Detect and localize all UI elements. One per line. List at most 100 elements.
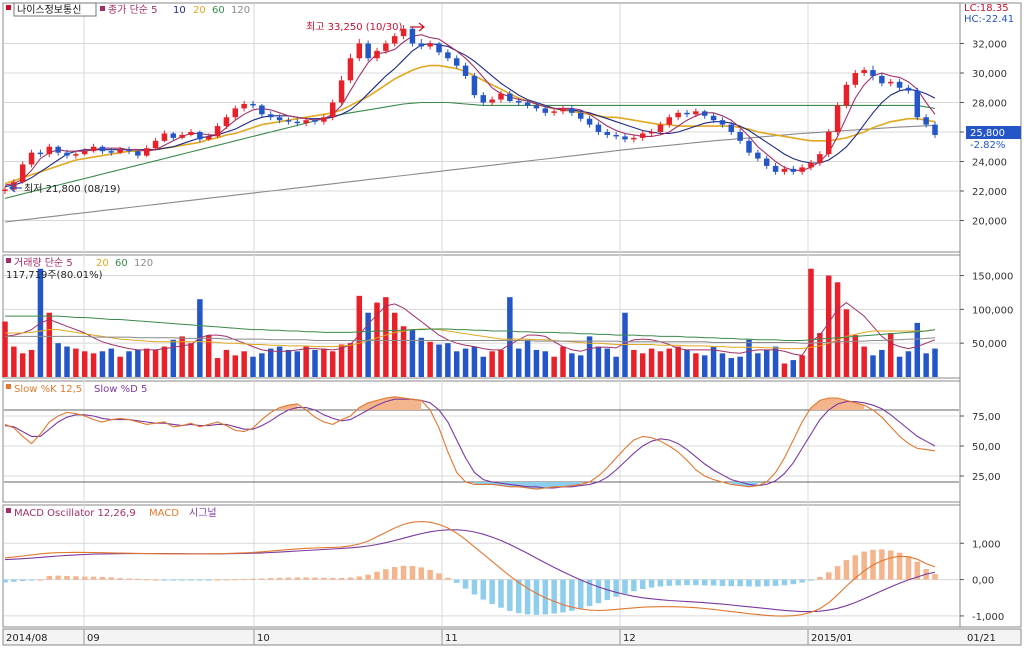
volume-bar <box>861 346 867 377</box>
hc-label: HC:-22.41 <box>964 14 1014 25</box>
volume-bar <box>445 343 451 377</box>
macd-oscillator-bar <box>143 579 150 581</box>
macd-oscillator-bar <box>666 579 673 586</box>
volume-bar <box>462 348 469 377</box>
candle-body <box>896 81 903 88</box>
ma120-line <box>4 124 936 223</box>
candle-body <box>852 73 859 85</box>
candle-body <box>117 149 123 153</box>
macd-panel-frame <box>2 504 961 628</box>
volume-bar <box>64 346 70 377</box>
candle-body <box>622 136 628 140</box>
volume-bar <box>489 351 495 377</box>
candle-body <box>135 151 141 156</box>
macd-layer <box>2 520 938 617</box>
macd-oscillator-bar <box>932 574 938 580</box>
volume-bar <box>542 351 549 377</box>
macd-oscillator-bar <box>737 579 743 587</box>
macd-oscillator-bar <box>799 579 805 583</box>
candle-body <box>250 103 256 106</box>
macd-oscillator-bar <box>400 565 407 580</box>
candle-body <box>515 101 522 103</box>
volume-bar <box>161 346 168 377</box>
volume-bar <box>338 344 345 377</box>
x-tick-label: 2015/01 <box>811 633 853 644</box>
volume-bar <box>870 355 876 377</box>
macd-line <box>4 520 936 617</box>
macd-oscillator-bar <box>648 579 655 588</box>
macd-oscillator-bar <box>480 579 487 600</box>
macd-oscillator-bar <box>90 576 97 580</box>
volume-bar <box>55 343 61 377</box>
candle-body <box>551 111 557 113</box>
legend-vol60: 60 <box>115 258 128 269</box>
candle-body <box>861 70 867 73</box>
macd-oscillator-bar <box>37 579 44 581</box>
y-tick-label: 1,000 <box>972 539 1001 550</box>
y-tick-label: 20,000 <box>972 217 1007 228</box>
price-legend: 나이스정보통신 종가 단순 5 10 20 60 120 <box>6 2 250 17</box>
current-change: -2.82% <box>970 140 1005 151</box>
volume-bar <box>267 348 274 377</box>
stock-name: 나이스정보통신 <box>17 4 81 16</box>
candle-body <box>427 43 433 47</box>
volume-bar <box>560 346 566 377</box>
candle-body <box>498 93 504 100</box>
legend-ma10: 10 <box>173 5 186 16</box>
volume-bar <box>303 346 309 377</box>
volume-bar <box>799 355 805 377</box>
candle-body <box>321 117 327 122</box>
stock-chart-window: 32,00030,00028,00026,00024,00022,00020,0… <box>0 0 1024 647</box>
low-annotation: 최저 21,800 (08/19) <box>24 183 120 195</box>
macd-oscillator-bar <box>560 579 566 613</box>
candle-body <box>73 154 79 156</box>
candle-body <box>179 134 185 138</box>
volume-bar <box>577 355 584 377</box>
x-axis-frame <box>2 628 1022 646</box>
current-price: 25,800 <box>970 128 1005 139</box>
macd-oscillator-bar <box>613 579 619 597</box>
volume-bar <box>188 343 194 377</box>
stoch-layer <box>4 396 959 490</box>
macd-oscillator-bar <box>365 574 371 580</box>
candle-body <box>294 121 301 124</box>
macd-signal-line <box>4 529 936 613</box>
y-tick-label: 32,000 <box>972 40 1007 51</box>
volume-bar <box>719 353 726 377</box>
legend-signal: 시그널 <box>189 507 217 519</box>
legend-ma20: 20 <box>193 5 206 16</box>
candle-body <box>285 120 292 122</box>
volume-bar <box>250 356 256 377</box>
candle-body <box>81 151 88 155</box>
candle-body <box>817 154 823 163</box>
y-tick-label: 28,000 <box>972 99 1007 110</box>
macd-oscillator-bar <box>746 579 752 587</box>
legend-vol5: 거래량 단순 5 <box>14 257 73 269</box>
candle-body <box>232 108 239 118</box>
macd-oscillator-bar <box>817 577 823 580</box>
macd-oscillator-bar <box>267 578 274 580</box>
macd-oscillator-bar <box>427 569 433 580</box>
candle-body <box>746 140 752 153</box>
vol-ma5-line <box>4 301 936 356</box>
macd-oscillator-bar <box>595 579 602 604</box>
candle-body <box>693 111 699 115</box>
volume-bar <box>763 349 770 377</box>
candle-body <box>188 132 194 135</box>
volume-bar <box>427 341 433 377</box>
candle-body <box>604 132 611 135</box>
volume-bar <box>223 349 230 377</box>
volume-bar <box>179 336 185 377</box>
macd-oscillator-bar <box>232 579 239 581</box>
candle-body <box>2 189 8 191</box>
volume-bar <box>755 353 761 377</box>
stoch-k-line <box>4 396 936 490</box>
macd-oscillator-bar <box>728 579 735 587</box>
volume-bar <box>932 348 938 377</box>
volume-bar <box>73 348 79 377</box>
macd-oscillator-bar <box>205 579 212 581</box>
macd-oscillator-bar <box>321 577 327 580</box>
ma20-line <box>4 64 936 185</box>
macd-oscillator-bar <box>498 579 504 608</box>
candle-body <box>267 114 274 118</box>
